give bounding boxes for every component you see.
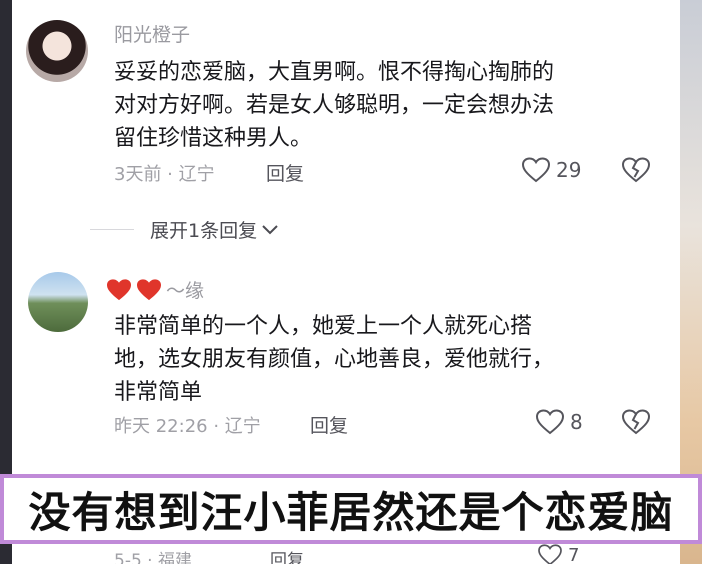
heart-outline-icon [538,544,562,564]
red-heart-icon [106,278,132,302]
chevron-down-icon [261,223,279,237]
heart-outline-icon [536,409,564,435]
broken-heart-icon [622,157,650,183]
reply-button[interactable]: 回复 [266,159,304,186]
heart-outline-icon [522,157,550,183]
username-with-emoji[interactable]: ～缘 [106,276,204,303]
expand-replies-button[interactable]: 展开1条回复 [90,216,279,243]
comment-text: 妥妥的恋爱脑，大直男啊。恨不得掏心掏肺的 对对方好啊。若是女人够聪明，一定会想办… [114,60,555,151]
like-button[interactable]: 8 [536,409,583,435]
partial-comment-row: 5-5 · 福建 回复 7 [12,544,680,564]
caption-banner: 没有想到汪小菲居然还是个恋爱脑 [0,474,702,544]
comment-text: 非常简单的一个人，她爱上一个人就死心搭 地，选女朋友有颜值，心地善良，爱他就行，… [114,314,555,405]
like-count: 8 [570,410,583,434]
avatar[interactable] [28,272,88,332]
expand-replies-label: 展开1条回复 [150,220,258,242]
divider [90,229,134,230]
dislike-button[interactable] [622,157,650,183]
dislike-button[interactable] [622,409,650,435]
avatar[interactable] [26,20,88,82]
like-button[interactable]: 7 [538,544,579,564]
caption-text: 没有想到汪小菲居然还是个恋爱脑 [28,487,674,537]
comment-time-location: 昨天 22:26 · 辽宁 [114,416,261,437]
username: ～缘 [166,280,205,302]
broken-heart-icon [622,409,650,435]
comment-time-location: 3天前 · 辽宁 [114,164,215,185]
reply-button[interactable]: 回复 [270,546,304,564]
username[interactable]: 阳光橙子 [114,20,190,47]
like-count: 29 [556,158,582,182]
reply-button[interactable]: 回复 [310,411,348,438]
like-button[interactable]: 29 [522,157,581,183]
red-heart-icon [136,278,162,302]
comment-time-location: 5-5 · 福建 [114,551,192,564]
like-count: 7 [568,544,580,564]
